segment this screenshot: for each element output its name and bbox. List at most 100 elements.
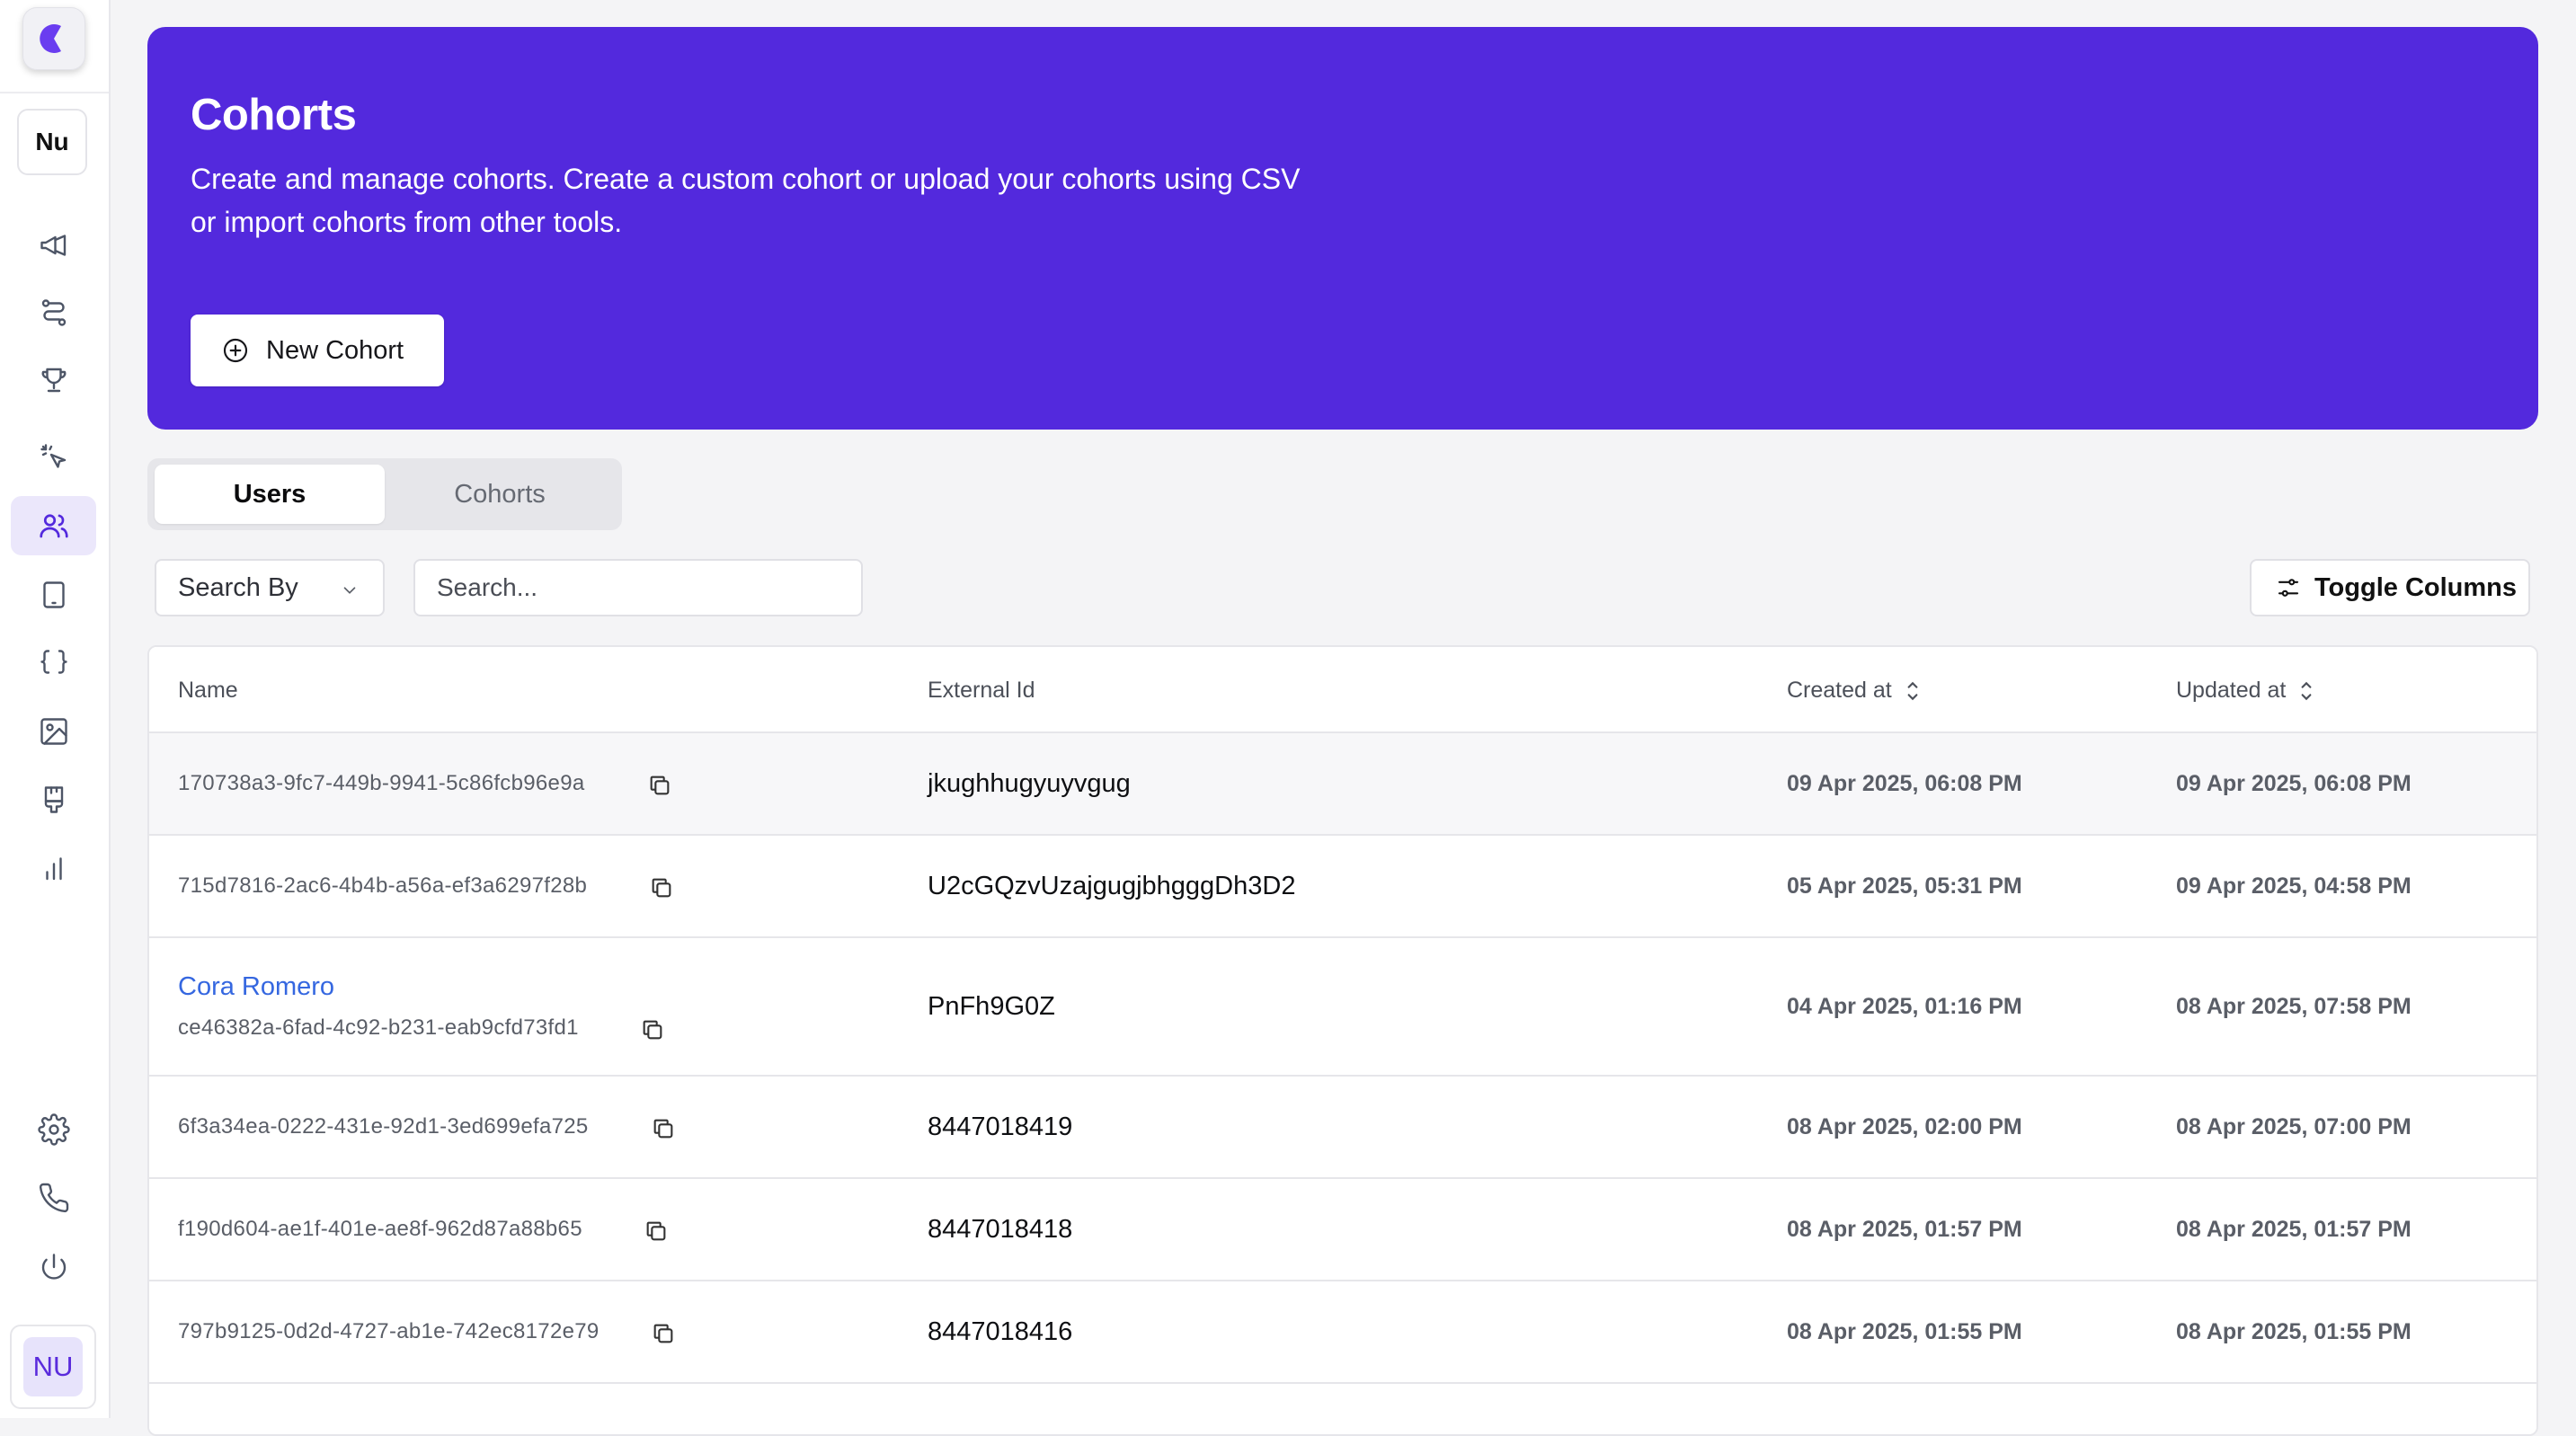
updated-at: 08 Apr 2025, 01:55 PM	[2176, 1319, 2412, 1344]
column-updated-at-label: Updated at	[2176, 678, 2287, 703]
nav-journeys[interactable]	[11, 283, 96, 342]
power-icon	[41, 1254, 66, 1280]
logo-area	[0, 0, 109, 93]
updated-at: 09 Apr 2025, 06:08 PM	[2176, 771, 2412, 796]
created-at: 08 Apr 2025, 02:00 PM	[1787, 1114, 2022, 1139]
table-row[interactable]: Cora Romero ce46382a-6fad-4c92-b231-eab9…	[149, 938, 2536, 1077]
column-header-name: Name	[178, 678, 238, 704]
column-external-id-label: External Id	[928, 678, 1035, 703]
tablet-icon	[42, 581, 65, 608]
external-id: 8447018418	[928, 1215, 1073, 1244]
column-header-created-at[interactable]: Created at	[1787, 678, 1921, 704]
copy-icon[interactable]	[651, 1116, 676, 1141]
created-at: 08 Apr 2025, 01:57 PM	[1787, 1217, 2022, 1242]
external-id: U2cGQzvUzajgugjbhgggDh3D2	[928, 872, 1296, 900]
updated-at: 08 Apr 2025, 07:00 PM	[2176, 1114, 2412, 1139]
users-table: Name External Id Created at Updated at 1…	[147, 645, 2538, 1436]
workspace-switcher[interactable]: Nu	[17, 109, 87, 175]
sidebar: Nu NU	[0, 0, 111, 1418]
table-row[interactable]: f190d604-ae1f-401e-ae8f-962d87a88b65 844…	[149, 1179, 2536, 1281]
table-row[interactable]: 170738a3-9fc7-449b-9941-5c86fcb96e9a jku…	[149, 733, 2536, 836]
table-row[interactable]: 797b9125-0d2d-4727-ab1e-742ec8172e79 844…	[149, 1281, 2536, 1384]
user-id: 715d7816-2ac6-4b4b-a56a-ef3a6297f28b	[178, 873, 588, 898]
table-header: Name External Id Created at Updated at	[149, 647, 2536, 733]
nav-theme[interactable]	[11, 770, 96, 829]
bar-chart-icon	[45, 857, 62, 881]
user-id: 170738a3-9fc7-449b-9941-5c86fcb96e9a	[178, 771, 585, 795]
new-cohort-label: New Cohort	[266, 335, 404, 365]
tab-users[interactable]: Users	[155, 465, 385, 524]
sort-icon[interactable]	[1905, 679, 1921, 703]
nav-achievements[interactable]	[11, 350, 96, 410]
nav-users[interactable]	[11, 496, 96, 555]
column-created-at-label: Created at	[1787, 678, 1892, 703]
logo-icon	[40, 23, 61, 53]
nav-logout[interactable]	[11, 1237, 96, 1297]
table-row[interactable]: 715d7816-2ac6-4b4b-a56a-ef3a6297f28b U2c…	[149, 836, 2536, 938]
search-by-select[interactable]: Search By	[155, 559, 385, 616]
page-title: Cohorts	[191, 91, 357, 139]
cohorts-hero-banner: Cohorts Create and manage cohorts. Creat…	[147, 27, 2538, 430]
external-id: 8447018416	[928, 1317, 1073, 1346]
column-header-updated-at[interactable]: Updated at	[2176, 678, 2314, 704]
created-at: 04 Apr 2025, 01:16 PM	[1787, 994, 2022, 1019]
brush-icon	[44, 786, 63, 813]
created-at: 08 Apr 2025, 01:55 PM	[1787, 1319, 2022, 1344]
image-icon	[40, 718, 67, 745]
toggle-columns-button[interactable]: Toggle Columns	[2250, 559, 2530, 616]
nav-settings[interactable]	[11, 1100, 96, 1159]
nav-media[interactable]	[11, 702, 96, 761]
route-icon	[41, 299, 66, 326]
updated-at: 08 Apr 2025, 07:58 PM	[2176, 994, 2412, 1019]
copy-icon[interactable]	[649, 875, 674, 900]
settings-icon	[37, 1113, 70, 1146]
tab-cohorts[interactable]: Cohorts	[385, 465, 615, 524]
app-logo[interactable]	[22, 7, 85, 70]
plus-circle-icon	[223, 338, 248, 363]
user-name-link[interactable]: Cora Romero	[178, 972, 334, 1002]
users-icon	[39, 514, 68, 538]
user-id: 6f3a34ea-0222-431e-92d1-3ed699efa725	[178, 1114, 589, 1139]
nav-devices[interactable]	[11, 565, 96, 625]
column-header-external-id: External Id	[928, 678, 1035, 704]
created-at: 09 Apr 2025, 06:08 PM	[1787, 771, 2022, 796]
page-description: Create and manage cohorts. Create a cust…	[191, 163, 1301, 238]
toggle-columns-label: Toggle Columns	[2314, 572, 2518, 602]
search-input[interactable]	[413, 559, 863, 616]
trophy-icon	[41, 368, 66, 393]
user-id: f190d604-ae1f-401e-ae8f-962d87a88b65	[178, 1217, 582, 1241]
nav-events[interactable]	[11, 428, 96, 487]
phone-icon	[39, 1183, 68, 1213]
user-id: 797b9125-0d2d-4727-ab1e-742ec8172e79	[178, 1319, 600, 1343]
braces-icon	[40, 650, 67, 674]
view-tabs: Users Cohorts	[147, 458, 622, 530]
user-id: ce46382a-6fad-4c92-b231-eab9cfd73fd1	[178, 1015, 579, 1040]
copy-icon[interactable]	[644, 1219, 669, 1244]
external-id: 8447018419	[928, 1112, 1073, 1141]
column-name-label: Name	[178, 678, 238, 703]
nav-developer[interactable]	[11, 634, 96, 693]
search-by-label: Search By	[178, 572, 298, 602]
copy-icon[interactable]	[647, 773, 672, 798]
user-avatar[interactable]: NU	[10, 1325, 96, 1409]
external-id: jkughhugyuyvgug	[928, 769, 1131, 798]
tab-cohorts-label: Cohorts	[454, 479, 546, 509]
nav-campaigns[interactable]	[11, 216, 96, 275]
new-cohort-button[interactable]: New Cohort	[191, 315, 444, 386]
nav-analytics[interactable]	[11, 838, 96, 898]
nav-support[interactable]	[11, 1168, 96, 1228]
sliders-icon	[2278, 579, 2299, 597]
click-icon	[40, 444, 66, 468]
copy-icon[interactable]	[640, 1017, 665, 1042]
table-row[interactable]: 6f3a34ea-0222-431e-92d1-3ed699efa725 844…	[149, 1077, 2536, 1179]
updated-at: 09 Apr 2025, 04:58 PM	[2176, 873, 2412, 899]
avatar-initials: NU	[23, 1337, 83, 1396]
table-row[interactable]	[149, 1384, 2536, 1434]
megaphone-icon	[40, 235, 66, 256]
workspace-label: Nu	[35, 128, 69, 155]
updated-at: 08 Apr 2025, 01:57 PM	[2176, 1217, 2412, 1242]
sort-icon[interactable]	[2298, 679, 2314, 703]
chevron-down-icon	[343, 587, 356, 594]
tab-users-label: Users	[233, 479, 306, 509]
copy-icon[interactable]	[651, 1321, 676, 1346]
